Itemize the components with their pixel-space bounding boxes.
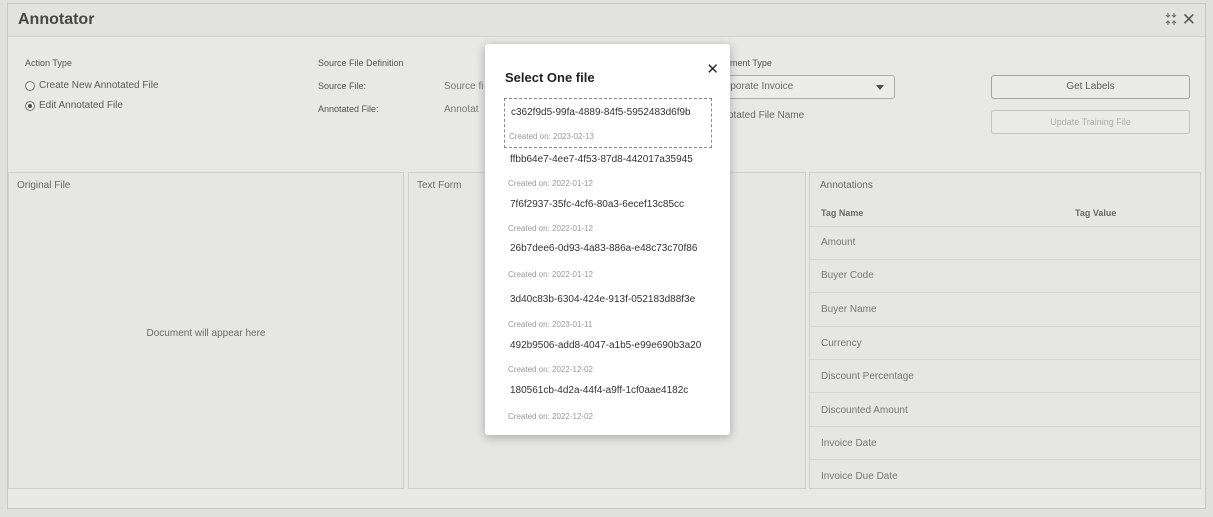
file-created-date: Created on: 2022-01-12 bbox=[508, 179, 593, 188]
file-id: 180561cb-4d2a-44f4-a9ff-1cf0aae4182c bbox=[510, 385, 689, 396]
file-id: 26b7dee6-0d93-4a83-886a-e48c73c70f86 bbox=[510, 243, 698, 254]
dialog-title: Select One file bbox=[505, 70, 595, 85]
file-created-date: Created on: 2022-01-12 bbox=[508, 224, 593, 233]
file-id: 492b9506-add8-4047-a1b5-e99e690b3a20 bbox=[510, 340, 702, 351]
file-list-item[interactable]: ffbb64e7-4ee7-4f53-87d8-442017a35945 Cre… bbox=[504, 148, 712, 193]
file-id: 3d40c83b-6304-424e-913f-052183d88f3e bbox=[510, 294, 696, 305]
file-id: ffbb64e7-4ee7-4f53-87d8-442017a35945 bbox=[510, 154, 693, 165]
file-list-item[interactable]: 492b9506-add8-4047-a1b5-e99e690b3a20 Cre… bbox=[504, 328, 712, 374]
file-list-item[interactable]: 3d40c83b-6304-424e-913f-052183d88f3e Cre… bbox=[504, 283, 712, 329]
close-icon[interactable]: ✕ bbox=[706, 60, 719, 78]
file-list-item[interactable]: 26b7dee6-0d93-4a83-886a-e48c73c70f86 Cre… bbox=[504, 238, 712, 283]
file-created-date: Created on: 2022-01-12 bbox=[508, 270, 593, 279]
file-list-item[interactable]: 180561cb-4d2a-44f4-a9ff-1cf0aae4182c Cre… bbox=[504, 373, 712, 423]
file-created-date: Created on: 2022-12-02 bbox=[508, 412, 593, 421]
file-list-item[interactable]: 7f6f2937-35fc-4cf6-80a3-6ecef13c85cc Cre… bbox=[504, 193, 712, 238]
file-created-date: Created on: 2023-02-13 bbox=[509, 132, 594, 141]
file-list-item[interactable]: c362f9d5-99fa-4889-84f5-5952483d6f9b Cre… bbox=[504, 98, 712, 148]
file-id: c362f9d5-99fa-4889-84f5-5952483d6f9b bbox=[511, 107, 691, 118]
select-file-dialog: Select One file ✕ c362f9d5-99fa-4889-84f… bbox=[485, 44, 730, 435]
file-id: 7f6f2937-35fc-4cf6-80a3-6ecef13c85cc bbox=[510, 199, 685, 210]
